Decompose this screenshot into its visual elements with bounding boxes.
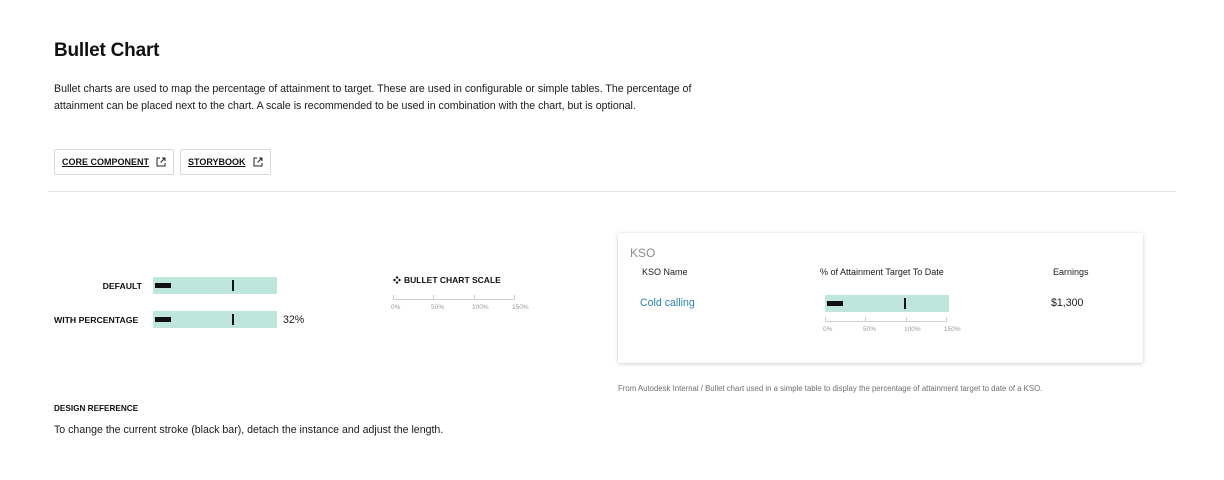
- core-component-label: CORE COMPONENT: [62, 157, 150, 167]
- scale-tick: [433, 295, 434, 300]
- kso-bullet-chart-scale: 0% 50% 100% 150%: [823, 317, 961, 337]
- scale-tick-label: 50%: [863, 326, 877, 333]
- kso-name-link[interactable]: Cold calling: [640, 297, 695, 309]
- card-caption: From Autodesk Internal / Bullet chart us…: [618, 384, 1043, 393]
- target-marker: [232, 280, 234, 291]
- with-percentage-label: WITH PERCENTAGE: [54, 314, 139, 325]
- column-header-name: KSO Name: [642, 267, 688, 277]
- scale-tick-label: 50%: [431, 304, 445, 311]
- percentage-demo-row: WITH PERCENTAGE 32%: [54, 311, 304, 328]
- column-header-earnings: Earnings: [1053, 267, 1089, 277]
- scale-title-label: BULLET CHART SCALE: [404, 275, 501, 285]
- scale-tick-label: 0%: [391, 304, 401, 311]
- card-title: KSO: [630, 246, 656, 260]
- scale-tick-label: 150%: [944, 326, 961, 333]
- storybook-label: STORYBOOK: [188, 157, 246, 167]
- scale-tick-label: 0%: [823, 326, 833, 333]
- scale-tick: [514, 295, 515, 300]
- target-marker: [904, 298, 906, 309]
- kso-earnings: $1,300: [1051, 297, 1084, 309]
- bullet-chart-scale: 0% 50% 100% 150%: [391, 295, 529, 315]
- scale-axis: [393, 299, 515, 300]
- scale-tick-label: 100%: [904, 326, 921, 333]
- default-bullet-chart: [153, 277, 277, 294]
- storybook-link[interactable]: STORYBOOK: [180, 149, 271, 175]
- scale-tick: [946, 317, 947, 322]
- scale-tick: [865, 317, 866, 322]
- scale-tick: [393, 295, 394, 300]
- design-reference-text: To change the current stroke (black bar)…: [54, 424, 444, 436]
- scale-tick: [825, 317, 826, 322]
- attainment-bar: [155, 317, 171, 322]
- default-demo-row: DEFAULT: [54, 277, 277, 294]
- kso-card: KSO KSO Name % of Attainment Target To D…: [618, 233, 1143, 363]
- component-icon: [393, 276, 401, 284]
- scale-axis: [825, 321, 947, 322]
- section-divider: [48, 191, 1176, 192]
- design-reference-heading: DESIGN REFERENCE: [54, 404, 139, 413]
- attainment-bar: [827, 301, 843, 306]
- target-marker: [232, 314, 234, 325]
- column-header-attainment: % of Attainment Target To Date: [820, 267, 944, 277]
- page-title: Bullet Chart: [54, 40, 160, 61]
- scale-tick-label: 150%: [512, 304, 529, 311]
- page-description: Bullet charts are used to map the percen…: [54, 83, 692, 112]
- default-label: DEFAULT: [102, 280, 142, 291]
- external-link-icon: [253, 157, 263, 167]
- scale-tick: [906, 317, 907, 322]
- percentage-value: 32%: [283, 313, 305, 326]
- scale-tick-label: 100%: [472, 304, 489, 311]
- external-link-icon: [156, 157, 166, 167]
- kso-bullet-chart: [825, 295, 949, 312]
- scale-title: BULLET CHART SCALE: [393, 275, 501, 285]
- attainment-bar: [155, 283, 171, 288]
- link-buttons: CORE COMPONENT STORYBOOK: [54, 149, 271, 175]
- core-component-link[interactable]: CORE COMPONENT: [54, 149, 175, 175]
- percentage-bullet-chart: [153, 311, 277, 328]
- scale-tick: [474, 295, 475, 300]
